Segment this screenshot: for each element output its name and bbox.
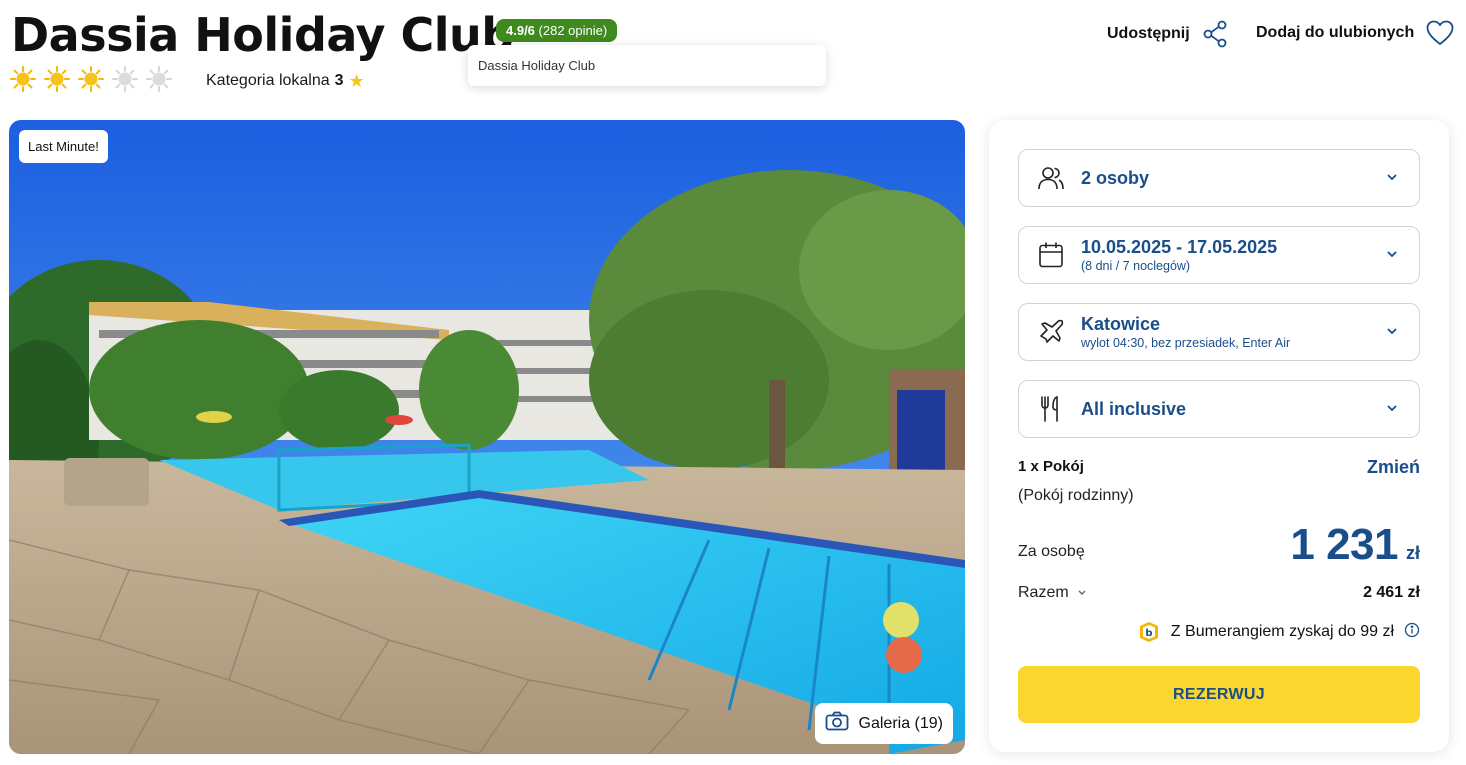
sun-star-icon bbox=[78, 66, 104, 92]
dates-select[interactable]: 10.05.2025 - 17.05.2025 (8 dni / 7 nocle… bbox=[1018, 226, 1420, 284]
booking-panel: 2 osoby 10.05.2025 - 17.05.2025 (8 dni /… bbox=[989, 120, 1449, 752]
favorite-button[interactable]: Dodaj do ulubionych bbox=[1256, 20, 1454, 46]
board-value: All inclusive bbox=[1081, 398, 1187, 419]
share-button[interactable]: Udostępnij bbox=[1107, 20, 1228, 48]
share-icon bbox=[1202, 20, 1228, 48]
price-per-person: 1 231 zł bbox=[1290, 520, 1420, 570]
rating-score: 4.9/6 bbox=[506, 23, 535, 38]
board-select[interactable]: All inclusive bbox=[1018, 380, 1420, 438]
sun-star-empty-icon bbox=[146, 66, 172, 92]
svg-text:b: b bbox=[1145, 628, 1152, 639]
hotel-pool-image bbox=[9, 120, 965, 754]
departure-value: Katowice bbox=[1081, 314, 1161, 334]
gallery-label: Galeria (19) bbox=[858, 714, 943, 732]
last-minute-badge: Last Minute! bbox=[19, 130, 108, 163]
star-icon: ★ bbox=[348, 71, 365, 91]
bumerang-logo-icon: b bbox=[1137, 620, 1161, 644]
price-currency: zł bbox=[1405, 543, 1420, 563]
category-value: 3 bbox=[334, 72, 344, 89]
room-title: 1 x Pokój bbox=[1018, 458, 1084, 475]
rating-badge[interactable]: 4.9/6 (282 opinie) bbox=[496, 19, 618, 42]
per-person-label: Za osobę bbox=[1018, 543, 1085, 560]
departure-select[interactable]: Katowice wylot 04:30, bez przesiadek, En… bbox=[1018, 303, 1420, 361]
persons-value: 2 osoby bbox=[1081, 167, 1150, 188]
persons-select[interactable]: 2 osoby bbox=[1018, 149, 1420, 207]
hotel-photo[interactable]: Last Minute! Galeria (19) bbox=[9, 120, 965, 754]
fork-knife-icon bbox=[1037, 395, 1065, 423]
info-icon[interactable] bbox=[1404, 622, 1420, 643]
sun-star-icon bbox=[10, 66, 36, 92]
chevron-down-icon bbox=[1385, 401, 1399, 420]
rating-tooltip: Dassia Holiday Club bbox=[468, 45, 826, 86]
star-rating bbox=[10, 66, 172, 92]
room-type: (Pokój rodzinny) bbox=[1018, 487, 1134, 504]
bumerang-info: b Z Bumerangiem zyskaj do 99 zł bbox=[1137, 620, 1420, 644]
heart-icon bbox=[1426, 20, 1454, 46]
people-icon bbox=[1037, 164, 1065, 192]
change-room-link[interactable]: Zmień bbox=[1367, 457, 1420, 478]
dates-sub: (8 dni / 7 noclegów) bbox=[1081, 259, 1191, 273]
chevron-down-icon bbox=[1385, 247, 1399, 266]
sun-star-empty-icon bbox=[112, 66, 138, 92]
sun-star-icon bbox=[44, 66, 70, 92]
hotel-title: Dassia Holiday Club bbox=[11, 8, 514, 62]
category-label: Kategoria lokalna bbox=[206, 72, 330, 89]
book-button[interactable]: REZERWUJ bbox=[1018, 666, 1420, 723]
departure-sub: wylot 04:30, bez przesiadek, Enter Air bbox=[1081, 336, 1291, 350]
camera-icon bbox=[825, 711, 849, 736]
chevron-down-small-icon bbox=[1077, 584, 1087, 602]
chevron-down-icon bbox=[1385, 170, 1399, 189]
rating-reviews: (282 opinie) bbox=[538, 23, 608, 38]
calendar-icon bbox=[1037, 241, 1065, 269]
dates-value: 10.05.2025 - 17.05.2025 bbox=[1081, 237, 1278, 257]
share-label: Udostępnij bbox=[1107, 25, 1190, 42]
bumerang-text: Z Bumerangiem zyskaj do 99 zł bbox=[1170, 623, 1394, 640]
price-value: 1 231 bbox=[1290, 520, 1398, 569]
local-category: Kategoria lokalna 3 ★ bbox=[206, 72, 365, 90]
gallery-button[interactable]: Galeria (19) bbox=[814, 703, 953, 744]
total-label: Razem bbox=[1018, 584, 1069, 601]
chevron-down-icon bbox=[1385, 324, 1399, 343]
total-value: 2 461 zł bbox=[1363, 584, 1420, 601]
total-toggle[interactable]: Razem bbox=[1018, 584, 1087, 602]
airplane-icon bbox=[1037, 318, 1065, 346]
favorite-label: Dodaj do ulubionych bbox=[1256, 24, 1415, 41]
